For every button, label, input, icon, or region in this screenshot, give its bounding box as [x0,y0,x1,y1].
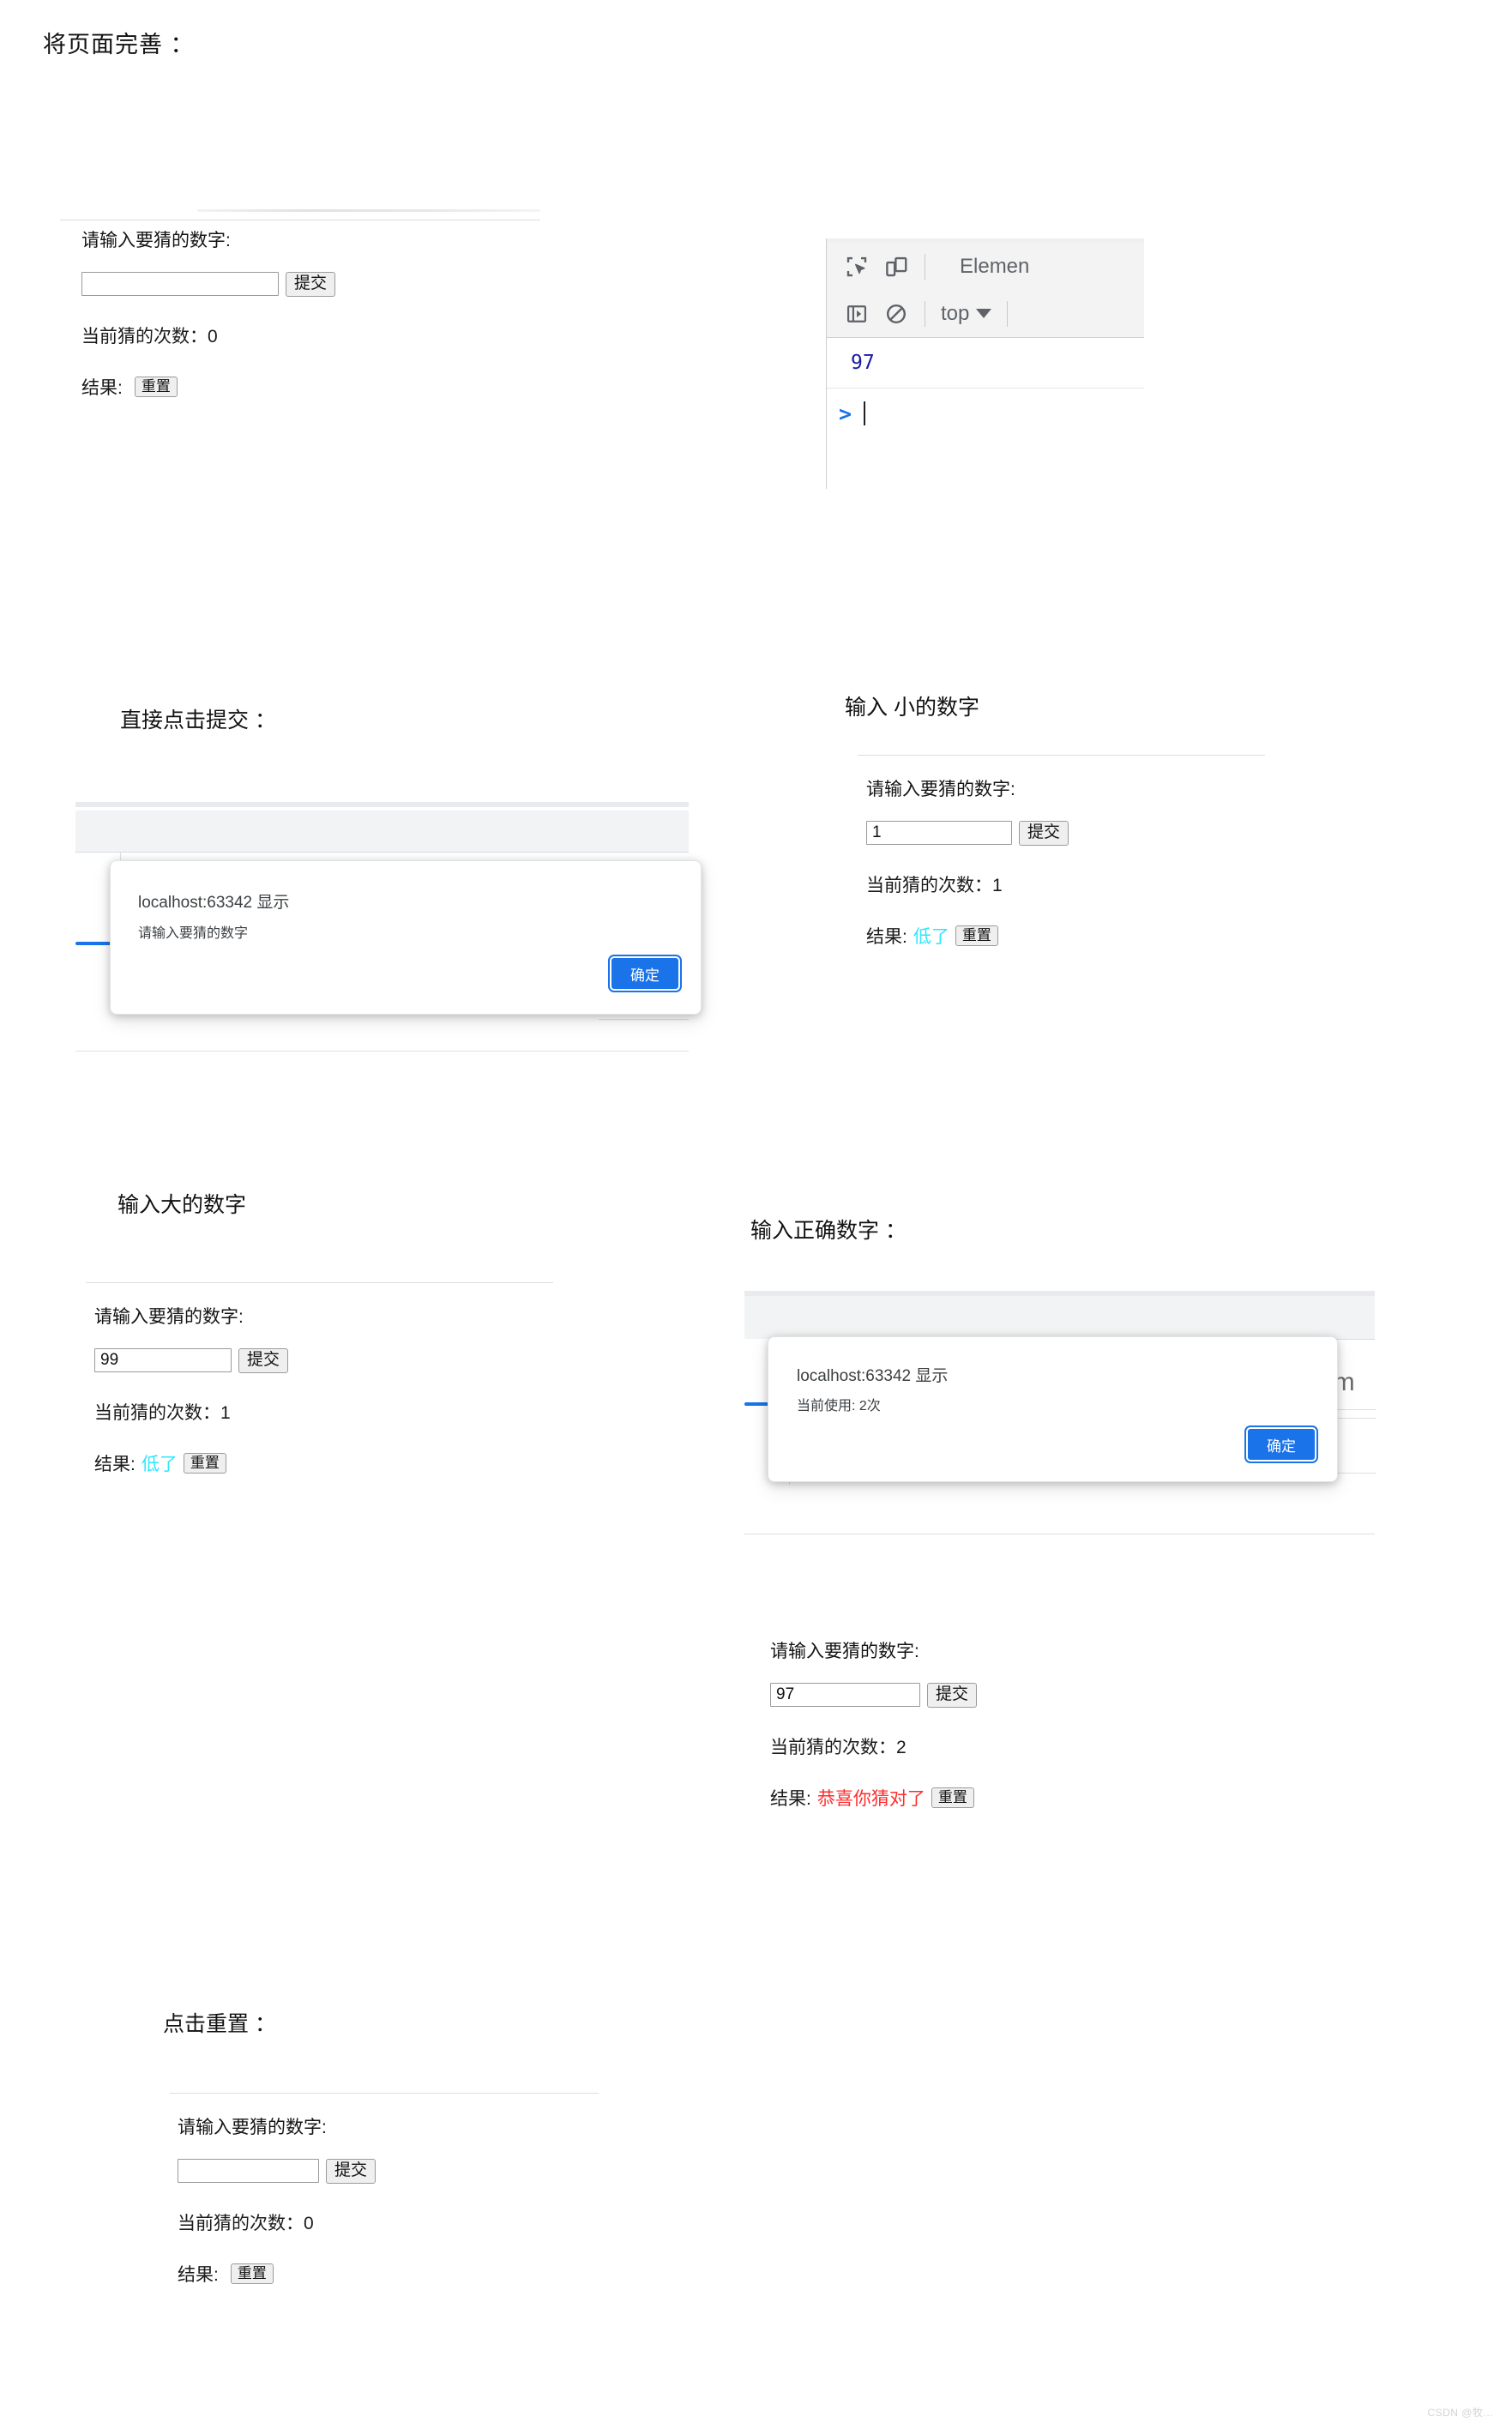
reset-button[interactable]: 重置 [955,925,998,947]
reset-button[interactable]: 重置 [230,2263,274,2285]
alert-origin-label: localhost:63342 显示 [138,894,290,912]
guess-game-correct: 请输入要猜的数字: 提交 当前猜的次数：2 结果: 恭喜你猜对了 重置 [770,1642,1233,1811]
guess-result-row: 结果: 低了 重置 [866,923,1278,949]
alert-message-text: 当前使用: 2次 [797,1399,881,1413]
guess-prompt-label: 请输入要猜的数字: [866,780,1015,799]
chevron-down-icon [976,309,992,318]
guess-result-row: 结果: 重置 [81,374,527,400]
caption-big-number: 输入大的数字 [117,1193,247,1217]
submit-button[interactable]: 提交 [927,1683,978,1708]
console-log-value: 97 [851,352,875,374]
guess-prompt-label: 请输入要猜的数字: [94,1307,244,1327]
guess-input[interactable] [866,821,1012,846]
devtools-panel: Elemen top 97 > [826,238,1144,489]
console-context-selector[interactable]: top [941,301,992,326]
result-prefix-label: 结果: [81,377,123,398]
guess-input[interactable] [81,272,279,297]
alert-ok-button[interactable]: 确定 [610,956,680,991]
guess-game-initial: 请输入要猜的数字: 提交 当前猜的次数：0 结果: 重置 [81,232,527,400]
caption-small-number: 输入 小的数字 [845,696,979,720]
alert-ok-button[interactable]: 确定 [1246,1427,1316,1462]
guess-game-small: 请输入要猜的数字: 提交 当前猜的次数：1 结果: 低了 重置 [866,781,1278,949]
guess-game-big: 请输入要猜的数字: 提交 当前猜的次数：1 结果: 低了 重置 [94,1308,506,1476]
console-prompt-arrow-icon: > [839,401,852,426]
result-prefix-label: 结果: [770,1788,811,1809]
guess-count-line: 当前猜的次数：1 [94,1402,231,1423]
devtools-main-toolbar: Elemen [827,243,1144,291]
caption-correct-number: 输入正确数字 ： [750,1219,907,1243]
guess-count-line: 当前猜的次数：0 [178,2213,314,2233]
viewport-divider-big [86,1282,553,1283]
tab-elements[interactable]: Elemen [953,255,1036,279]
guess-prompt-label: 请输入要猜的数字: [81,231,231,250]
guess-count-line: 当前猜的次数：1 [866,875,1003,895]
guess-prompt-label: 请输入要猜的数字: [178,2118,327,2137]
chrome-window-edge [75,802,689,807]
guess-count-line: 当前猜的次数：0 [81,326,218,347]
guess-game-after-reset: 请输入要猜的数字: 提交 当前猜的次数：0 结果: 重置 [178,2119,589,2287]
console-context-label: top [941,301,970,325]
guess-input-row: 提交 [94,1348,506,1373]
alert-origin-label: localhost:63342 显示 [797,1367,949,1385]
submit-button[interactable]: 提交 [238,1348,289,1373]
console-sidebar-icon[interactable] [837,294,876,334]
guess-input[interactable] [770,1683,920,1708]
submit-button[interactable]: 提交 [286,272,336,297]
chrome-toolbar-strip [75,811,689,853]
result-value: 低了 [913,926,949,947]
reset-button[interactable]: 重置 [134,376,178,398]
reset-button[interactable]: 重置 [931,1787,974,1809]
chrome-toolbar-strip [744,1296,1375,1340]
clear-console-icon[interactable] [876,294,916,334]
viewport-divider-reset [170,2093,599,2094]
csdn-watermark: CSDN @牧... [1427,2407,1493,2419]
browser-frame-topline [197,209,540,212]
guess-input-row: 提交 [178,2159,589,2184]
submit-button[interactable]: 提交 [326,2159,376,2184]
guess-input[interactable] [178,2159,319,2184]
caption-reset: 点击重置 ： [163,2012,276,2036]
alert-dialog-win: localhost:63342 显示 当前使用: 2次 确定 [768,1336,1338,1482]
device-toolbar-icon[interactable] [876,247,916,286]
guess-result-row: 结果: 重置 [178,2261,589,2287]
toolbar-divider-3 [1007,300,1009,327]
submit-button[interactable]: 提交 [1019,821,1069,846]
result-prefix-label: 结果: [866,926,907,947]
chrome-ghost-line-4 [75,1051,689,1052]
viewport-divider-small [858,755,1265,756]
reset-button[interactable]: 重置 [183,1452,226,1474]
chrome-ghost-line-3 [599,1019,689,1020]
page-title: 将页面完善 ： [43,32,195,57]
console-text-caret [864,401,866,425]
guess-count-line: 当前猜的次数：2 [770,1737,907,1757]
guess-input-row: 提交 [81,272,527,297]
result-prefix-label: 结果: [94,1454,136,1474]
inspect-element-icon[interactable] [837,247,876,286]
alert-dialog-empty-input: localhost:63342 显示 请输入要猜的数字 确定 [110,860,702,1015]
guess-result-row: 结果: 恭喜你猜对了 重置 [770,1785,1233,1811]
result-value: 恭喜你猜对了 [816,1788,925,1809]
guess-input-row: 提交 [866,821,1278,846]
alert-message-text: 请输入要猜的数字 [138,926,249,941]
result-prefix-label: 结果: [178,2264,219,2285]
caption-direct-submit: 直接点击提交 ： [120,708,276,732]
guess-input-row: 提交 [770,1683,1233,1708]
guess-prompt-label: 请输入要猜的数字: [770,1642,919,1661]
console-log-row: 97 [827,338,1144,389]
guess-input[interactable] [94,1348,232,1373]
devtools-console-toolbar: top [827,290,1144,338]
console-prompt-row[interactable]: > [827,388,1144,439]
guess-result-row: 结果: 低了 重置 [94,1450,506,1476]
result-value: 低了 [141,1454,178,1474]
